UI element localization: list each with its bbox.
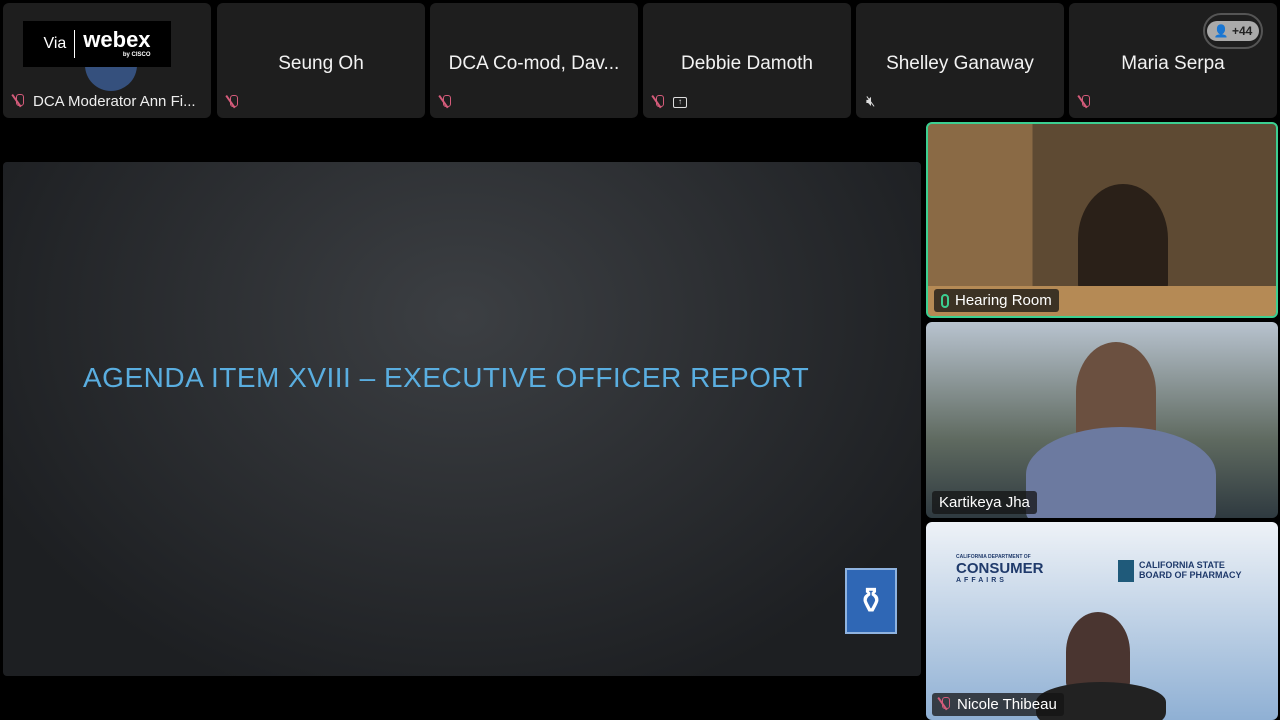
participant-tile[interactable]: Via webex by CISCO DCA Moderator Ann Fi..…: [3, 3, 211, 118]
participant-tile[interactable]: Debbie Damoth ↑: [643, 3, 851, 118]
participant-name: DCA Moderator Ann Fi...: [33, 93, 196, 110]
board-of-pharmacy-logo: CALIFORNIA STATE BOARD OF PHARMACY: [1118, 560, 1242, 582]
pharmacy-mortar-icon: ⚱: [845, 568, 897, 634]
participant-name: DCA Co-mod, Dav...: [448, 53, 620, 74]
share-screen-icon: ↑: [673, 97, 687, 108]
participant-name: Seung Oh: [278, 53, 364, 74]
participant-tile[interactable]: Seung Oh: [217, 3, 425, 118]
more-participants-count: 👤 +44: [1206, 21, 1260, 41]
slide-title: AGENDA ITEM XVIII – EXECUTIVE OFFICER RE…: [83, 362, 810, 393]
participant-tile[interactable]: Shelley Ganaway 🔇︎: [856, 3, 1064, 118]
muted-mic-icon: [227, 95, 239, 110]
video-person: [1066, 612, 1130, 692]
muted-mic-icon: [653, 95, 665, 110]
video-label: Nicole Thibeau: [957, 696, 1057, 713]
participant-tile[interactable]: DCA Co-mod, Dav...: [430, 3, 638, 118]
webex-brand: webex: [83, 27, 151, 52]
video-nicole-thibeau[interactable]: CALIFORNIA DEPARTMENT OF CONSUMER AFFAIRS …: [926, 522, 1278, 720]
video-person: [1078, 184, 1168, 294]
webex-logo: Via webex by CISCO: [23, 21, 171, 67]
participant-name: Shelley Ganaway: [886, 53, 1034, 74]
speaker-muted-icon: 🔇︎: [866, 93, 876, 110]
video-label: Kartikeya Jha: [939, 494, 1030, 511]
video-label: Hearing Room: [955, 292, 1052, 309]
video-person-shirt: [1026, 427, 1216, 518]
video-kartikeya-jha[interactable]: Kartikeya Jha: [926, 322, 1278, 518]
shared-slide: AGENDA ITEM XVIII – EXECUTIVE OFFICER RE…: [3, 162, 921, 676]
muted-mic-icon: [13, 94, 25, 109]
video-hearing-room[interactable]: Hearing Room: [926, 122, 1278, 318]
mic-on-icon: [941, 293, 949, 308]
participant-name: Debbie Damoth: [680, 53, 814, 74]
participant-name: Maria Serpa: [1121, 53, 1225, 74]
muted-mic-icon: [1079, 95, 1091, 110]
more-participants-button[interactable]: 👤 +44: [1203, 13, 1263, 49]
cisco-text: by CISCO: [122, 52, 151, 58]
participant-tile[interactable]: 👤 +44 Maria Serpa: [1069, 3, 1277, 118]
via-text: Via: [43, 35, 67, 52]
muted-mic-icon: [939, 697, 951, 712]
dca-logo: CALIFORNIA DEPARTMENT OF CONSUMER AFFAIRS: [956, 554, 1044, 584]
muted-mic-icon: [440, 95, 452, 110]
avatar: [85, 63, 137, 91]
